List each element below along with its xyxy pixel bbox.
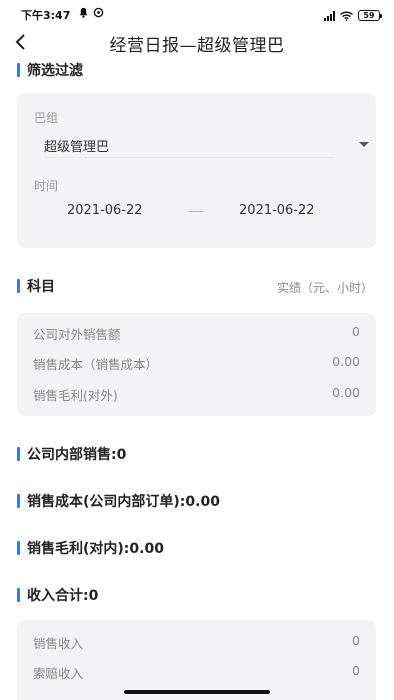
group-select[interactable]: 超级管理巴 <box>44 130 369 158</box>
signal-icon <box>324 10 335 21</box>
end-date-field[interactable]: 2021-06-22 <box>239 203 315 218</box>
notification-bell-icon <box>78 7 89 21</box>
income-row-label: 销售收入 <box>33 636 84 651</box>
dropdown-arrow-icon <box>359 142 369 147</box>
section-accent-bar <box>17 588 20 602</box>
section-accent-bar <box>17 63 20 77</box>
income-row-value: 0 <box>352 633 360 648</box>
subject-row-label: 公司对外销售额 <box>33 327 121 342</box>
section-accent-bar <box>17 541 20 555</box>
date-range-separator <box>188 211 204 212</box>
filter-section-header: 筛选过滤 <box>17 60 83 80</box>
group-select-value: 超级管理巴 <box>44 140 110 155</box>
sync-circle-icon <box>93 7 104 21</box>
section-accent-bar <box>17 279 20 293</box>
status-right: 59 <box>324 6 382 25</box>
filter-section-title: 筛选过滤 <box>27 63 83 79</box>
income-total-header: 收入合计:0 <box>17 585 98 605</box>
group-label: 巴组 <box>34 111 59 125</box>
filter-card: 巴组 超级管理巴 时间 2021-06-22 2021-06-22 <box>17 93 376 248</box>
battery-icon: 59 <box>358 10 382 21</box>
time-label: 时间 <box>34 179 59 193</box>
subject-row-value: 0.00 <box>332 385 360 400</box>
section-accent-bar <box>17 494 20 508</box>
subjects-section-header: 科目 <box>17 276 55 296</box>
internal-cost-header: 销售成本(公司内部订单):0.00 <box>17 491 220 511</box>
subject-row-value: 0 <box>352 324 360 339</box>
section-accent-bar <box>17 447 20 461</box>
home-indicator[interactable] <box>124 690 270 694</box>
nav-bar: 经营日报—超级管理巴 <box>0 26 394 60</box>
start-date-field[interactable]: 2021-06-22 <box>67 203 143 218</box>
status-bar: 下午3:47 59 <box>0 0 394 24</box>
status-time: 下午3:47 <box>21 9 71 22</box>
subjects-card: 公司对外销售额 0 销售成本（销售成本） 0.00 销售毛利(对外) 0.00 <box>17 313 376 416</box>
income-total-title: 收入合计:0 <box>27 588 99 604</box>
internal-sales-title: 公司内部销售:0 <box>27 447 127 463</box>
page-title: 经营日报—超级管理巴 <box>109 36 285 56</box>
internal-cost-title: 销售成本(公司内部订单):0.00 <box>27 494 220 510</box>
wifi-icon <box>340 6 353 25</box>
subject-row-label: 销售成本（销售成本） <box>33 357 159 372</box>
income-card: 销售收入 0 索赔收入 0 <box>17 620 376 700</box>
internal-sales-header: 公司内部销售:0 <box>17 444 126 464</box>
internal-profit-header: 销售毛利(对内):0.00 <box>17 538 164 558</box>
subjects-section-title: 科目 <box>27 279 55 295</box>
income-row-value: 0 <box>352 663 360 678</box>
subject-row-label: 销售毛利(对外) <box>33 388 118 403</box>
subject-row-value: 0.00 <box>332 354 360 369</box>
internal-profit-title: 销售毛利(对内):0.00 <box>27 541 164 557</box>
income-row-label: 索赔收入 <box>33 666 84 681</box>
unit-hint: 实绩（元、小时） <box>276 281 373 295</box>
